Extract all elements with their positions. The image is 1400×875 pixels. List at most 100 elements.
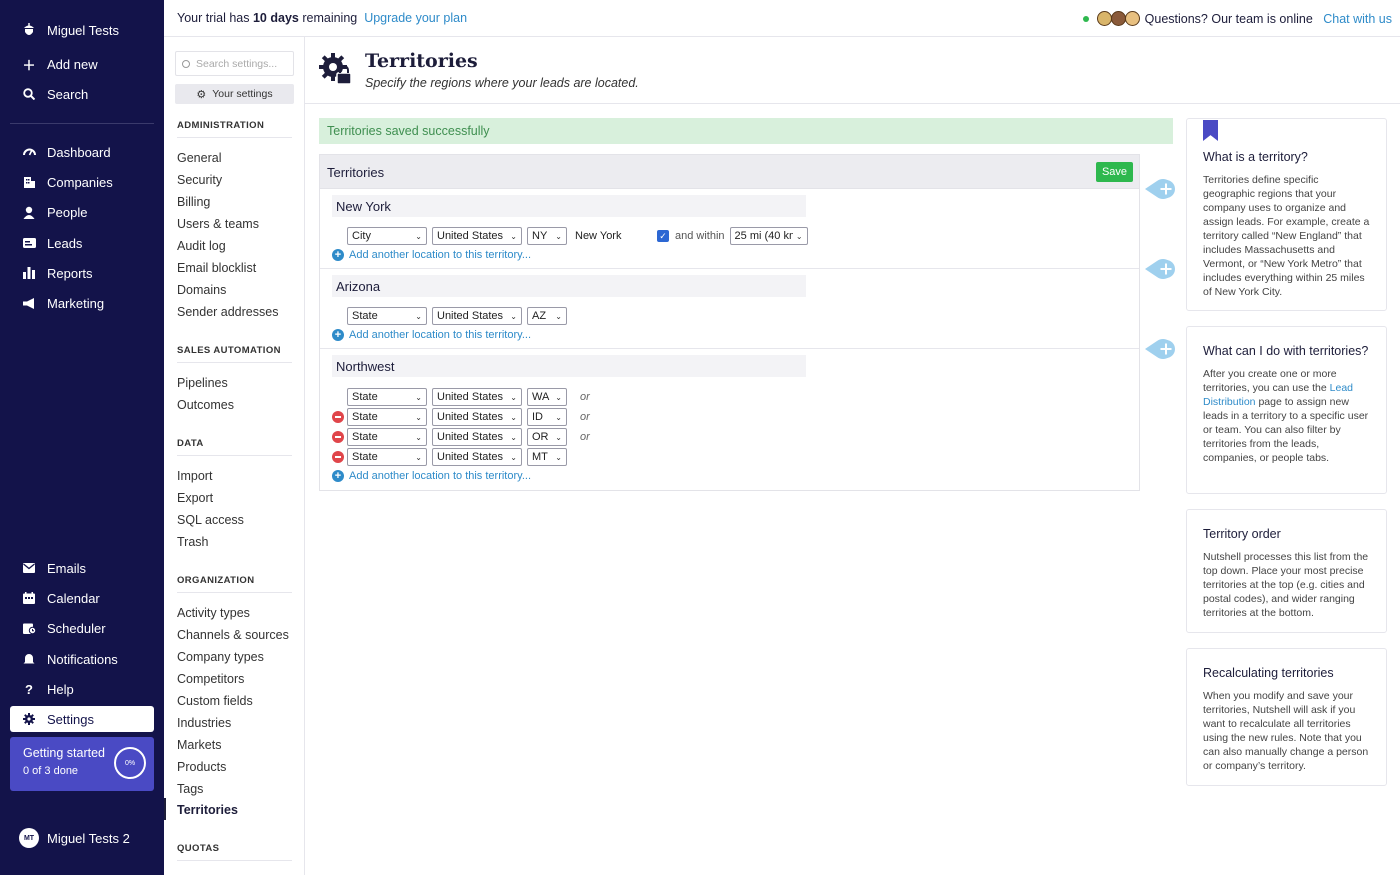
- settings-item-outcomes[interactable]: Outcomes: [177, 398, 234, 412]
- settings-item-security[interactable]: Security: [177, 173, 222, 187]
- nav-item-settings[interactable]: Settings: [10, 706, 154, 732]
- location-type-select[interactable]: State ⌄: [347, 408, 427, 426]
- select-value: United States: [437, 431, 504, 443]
- territory-name-field[interactable]: Northwest: [332, 355, 806, 377]
- nav-item-leads[interactable]: Leads: [10, 230, 154, 256]
- settings-search-input[interactable]: Search settings...: [175, 51, 294, 76]
- or-label: or: [580, 391, 590, 403]
- remove-location-icon[interactable]: [332, 451, 344, 463]
- settings-item-domains[interactable]: Domains: [177, 283, 226, 297]
- remove-location-icon[interactable]: [332, 411, 344, 423]
- add-location-link[interactable]: + Add another location to this territory…: [332, 469, 531, 483]
- settings-item-custom-fields[interactable]: Custom fields: [177, 694, 253, 708]
- location-type-select[interactable]: State ⌄: [347, 448, 427, 466]
- region-select[interactable]: ID ⌄: [527, 408, 567, 426]
- region-select[interactable]: OR ⌄: [527, 428, 567, 446]
- settings-item-markets[interactable]: Markets: [177, 738, 221, 752]
- insert-territory-button[interactable]: [1145, 178, 1178, 200]
- settings-item-email-blocklist[interactable]: Email blocklist: [177, 261, 256, 275]
- settings-item-pipelines[interactable]: Pipelines: [177, 376, 228, 390]
- add-bubble-icon: [1145, 259, 1175, 279]
- region-select[interactable]: NY ⌄: [527, 227, 567, 245]
- country-select[interactable]: United States ⌄: [432, 408, 522, 426]
- settings-item-territories[interactable]: Territories: [177, 803, 238, 817]
- region-select[interactable]: MT ⌄: [527, 448, 567, 466]
- add-location-link[interactable]: + Add another location to this territory…: [332, 248, 531, 262]
- chat-link[interactable]: Chat with us: [1323, 12, 1392, 26]
- help-card-what-can-i-do: What can I do with territories? After yo…: [1186, 326, 1387, 494]
- online-status-dot: [1082, 15, 1089, 22]
- plus-circle-icon: +: [332, 470, 344, 482]
- location-row: State ⌄ United States ⌄ ID ⌄ or: [332, 408, 590, 426]
- help-card-recalculating: Recalculating territories When you modif…: [1186, 648, 1387, 786]
- territory-name-field[interactable]: Arizona: [332, 275, 806, 297]
- region-select[interactable]: AZ ⌄: [527, 307, 567, 325]
- search-button[interactable]: Search: [10, 81, 154, 107]
- nav-item-scheduler[interactable]: Scheduler: [10, 615, 154, 641]
- nav-item-help[interactable]: ? Help: [10, 676, 154, 702]
- settings-item-products[interactable]: Products: [177, 760, 226, 774]
- country-select[interactable]: United States ⌄: [432, 448, 522, 466]
- nav-item-marketing[interactable]: Marketing: [10, 290, 154, 316]
- add-bubble-icon: [1145, 179, 1175, 199]
- country-select[interactable]: United States ⌄: [432, 388, 522, 406]
- nav-item-emails[interactable]: Emails: [10, 555, 154, 581]
- save-button[interactable]: Save: [1096, 162, 1133, 182]
- settings-item-billing[interactable]: Billing: [177, 195, 210, 209]
- radius-select[interactable]: 25 mi (40 km)⌄: [729, 227, 808, 245]
- settings-item-export[interactable]: Export: [177, 491, 213, 505]
- nav-item-reports[interactable]: Reports: [10, 260, 154, 286]
- territory-name-field[interactable]: New York: [332, 195, 806, 217]
- nav-divider: [10, 123, 154, 124]
- territory-new-york: New York City ⌄ United States ⌄ NY ⌄ New Yo…: [320, 189, 1139, 269]
- nav-item-calendar[interactable]: Calendar: [10, 585, 154, 611]
- select-value: United States: [437, 310, 504, 322]
- country-select[interactable]: United States ⌄: [432, 428, 522, 446]
- settings-item-audit-log[interactable]: Audit log: [177, 239, 226, 253]
- settings-item-channels-sources[interactable]: Channels & sources: [177, 628, 289, 642]
- chevron-down-icon: ⌄: [510, 311, 517, 321]
- org-switcher[interactable]: Miguel Tests: [10, 17, 154, 43]
- country-select[interactable]: United States ⌄: [432, 227, 522, 245]
- nav-label: Leads: [47, 235, 83, 251]
- settings-item-trash[interactable]: Trash: [177, 535, 209, 549]
- search-icon: [182, 59, 190, 68]
- add-new-button[interactable]: ＋ Add new: [10, 51, 154, 77]
- settings-item-users-teams[interactable]: Users & teams: [177, 217, 259, 231]
- getting-started-widget[interactable]: Getting started 0 of 3 done 0%: [10, 737, 154, 791]
- settings-item-general[interactable]: General: [177, 151, 221, 165]
- location-type-select[interactable]: State ⌄: [347, 307, 427, 325]
- insert-territory-button[interactable]: [1145, 258, 1178, 280]
- upgrade-link[interactable]: Upgrade your plan: [364, 11, 467, 25]
- nav-label: Notifications: [47, 651, 118, 667]
- city-input[interactable]: New York: [572, 227, 652, 245]
- add-new-label: Add new: [47, 56, 98, 72]
- add-location-link[interactable]: + Add another location to this territory…: [332, 328, 531, 342]
- your-settings-button[interactable]: ⚙ Your settings: [175, 84, 294, 104]
- settings-item-industries[interactable]: Industries: [177, 716, 231, 730]
- nav-item-notifications[interactable]: Notifications: [10, 646, 154, 672]
- location-row: City ⌄ United States ⌄ NY ⌄ New York ✓ and …: [332, 227, 813, 245]
- within-checkbox[interactable]: ✓: [657, 230, 669, 242]
- settings-item-sql-access[interactable]: SQL access: [177, 513, 244, 527]
- insert-territory-button[interactable]: [1145, 338, 1178, 360]
- settings-item-import[interactable]: Import: [177, 469, 212, 483]
- nav-item-people[interactable]: People: [10, 199, 154, 225]
- location-row: State ⌄ United States ⌄ AZ ⌄: [332, 307, 572, 325]
- settings-item-activity-types[interactable]: Activity types: [177, 606, 250, 620]
- settings-item-tags[interactable]: Tags: [177, 782, 203, 796]
- country-select[interactable]: United States ⌄: [432, 307, 522, 325]
- nav-item-companies[interactable]: Companies: [10, 169, 154, 195]
- remove-location-icon[interactable]: [332, 431, 344, 443]
- settings-item-company-types[interactable]: Company types: [177, 650, 264, 664]
- location-type-select[interactable]: State ⌄: [347, 428, 427, 446]
- help-card-body: When you modify and save your territorie…: [1203, 690, 1369, 772]
- location-type-select[interactable]: City ⌄: [347, 227, 427, 245]
- region-select[interactable]: WA ⌄: [527, 388, 567, 406]
- settings-item-competitors[interactable]: Competitors: [177, 672, 244, 686]
- plus-circle-icon: +: [332, 329, 344, 341]
- settings-item-sender-addresses[interactable]: Sender addresses: [177, 305, 278, 319]
- user-menu[interactable]: MT Miguel Tests 2: [19, 828, 130, 848]
- nav-item-dashboard[interactable]: Dashboard: [10, 139, 154, 165]
- location-type-select[interactable]: State ⌄: [347, 388, 427, 406]
